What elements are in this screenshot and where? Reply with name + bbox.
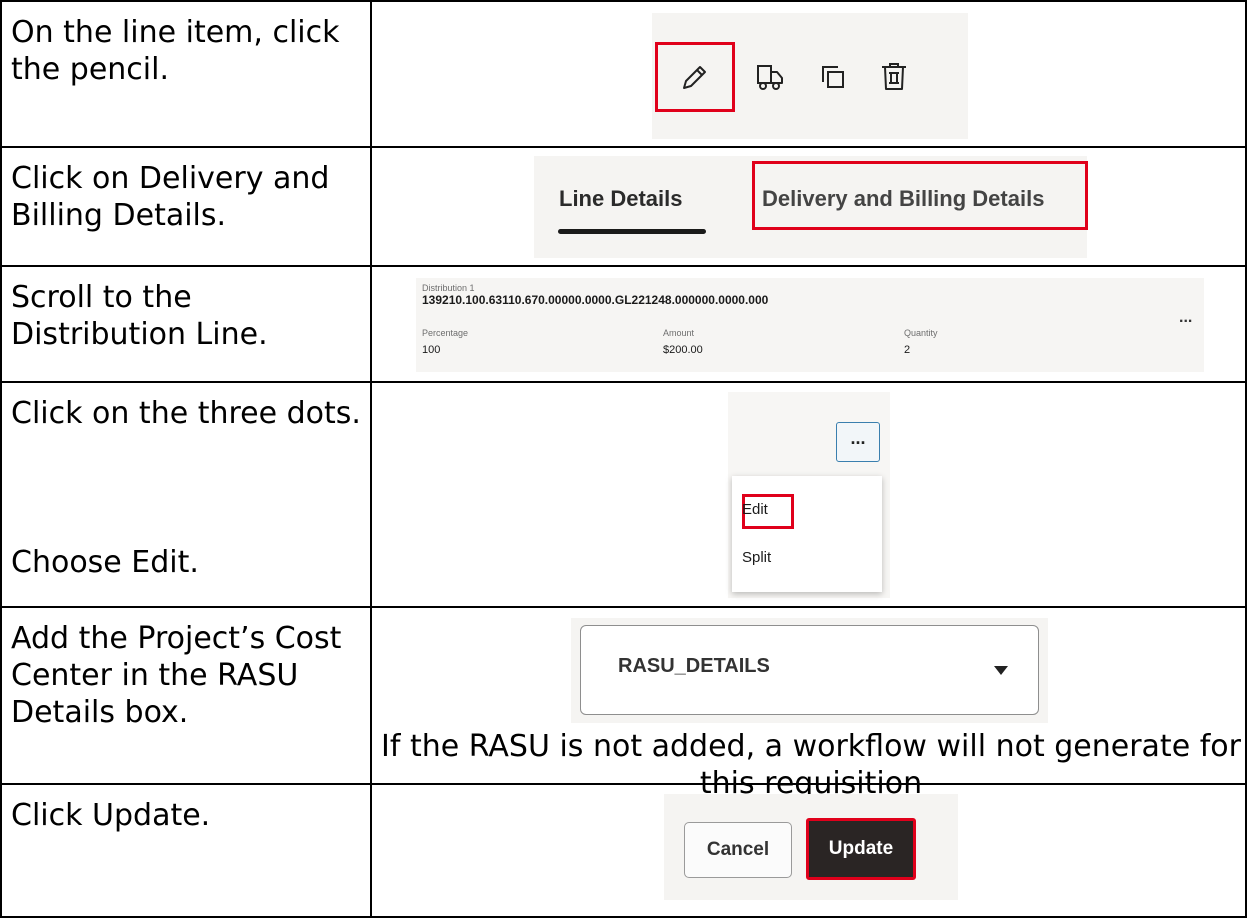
three-dots-button[interactable]: ... — [836, 422, 880, 462]
amount-value: $200.00 — [663, 344, 703, 356]
active-tab-indicator — [558, 229, 706, 234]
duplicate-icon[interactable] — [818, 62, 848, 96]
percentage-value: 100 — [422, 344, 441, 356]
quantity-label: Quantity — [904, 328, 938, 338]
step-4-instruction-2: Choose Edit. — [11, 545, 199, 580]
step-5-instruction: Add the Project’s Cost Center in the RAS… — [11, 621, 342, 730]
percentage-label: Percentage — [422, 328, 469, 338]
step-3-instruction: Scroll to the Distribution Line. — [11, 280, 268, 352]
dialog-buttons: Cancel Update — [664, 794, 958, 900]
rasu-warning-note: If the RASU is not added, a workflow wil… — [381, 729, 1241, 801]
menu-item-edit[interactable]: Edit — [742, 501, 768, 518]
step-4-instruction: Click on the three dots. — [11, 396, 361, 431]
rasu-details-value: RASU_DETAILS — [618, 655, 770, 677]
quantity-value: 2 — [904, 344, 911, 356]
cancel-button[interactable]: Cancel — [684, 822, 792, 878]
line-item-actions — [652, 13, 968, 139]
menu-item-split[interactable]: Split — [742, 549, 771, 566]
rasu-details-select[interactable]: RASU_DETAILS — [580, 625, 1039, 715]
distribution-account: 139210.100.63110.670.00000.0000.GL221248… — [422, 293, 769, 307]
amount-label: Amount — [663, 328, 695, 338]
caret-down-icon — [994, 666, 1008, 675]
tab-line-details[interactable]: Line Details — [559, 186, 682, 212]
more-actions-button[interactable]: ... — [1179, 309, 1192, 327]
step-2-instruction: Click on Delivery and Billing Details. — [11, 161, 330, 233]
tab-delivery-billing-details[interactable]: Delivery and Billing Details — [762, 186, 1044, 212]
step-1-instruction: On the line item, click the pencil. — [11, 15, 340, 87]
distribution-line: Distribution 1 139210.100.63110.670.0000… — [416, 278, 1204, 372]
line-tabs: Line Details Delivery and Billing Detail… — [534, 156, 1088, 258]
actions-menu: Edit Split — [732, 476, 882, 592]
distribution-heading: Distribution 1 — [422, 283, 475, 293]
pencil-icon[interactable] — [680, 62, 710, 96]
truck-icon[interactable] — [755, 62, 785, 96]
trash-icon[interactable] — [879, 61, 909, 97]
update-button[interactable]: Update — [806, 818, 916, 880]
actions-menu-area: ... Edit Split — [728, 392, 890, 598]
rasu-details-field: RASU_DETAILS — [571, 618, 1048, 723]
step-6-instruction: Click Update. — [11, 798, 211, 833]
